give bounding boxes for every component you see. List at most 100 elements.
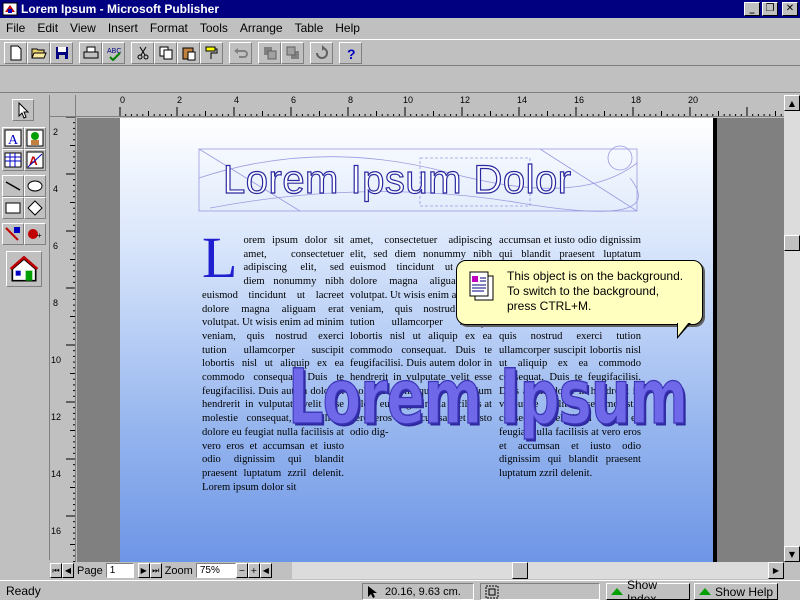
svg-text:+: + [37, 231, 42, 240]
vertical-scrollbar[interactable]: ▲ ▼ [784, 95, 800, 562]
first-page-button[interactable]: ⏮ [50, 563, 62, 578]
menu-table[interactable]: Table [289, 21, 330, 35]
horizontal-ruler-ticks [119, 107, 782, 116]
save-icon [55, 46, 68, 59]
menu-help[interactable]: Help [329, 21, 366, 35]
cut-icon [137, 46, 148, 59]
scroll-right-button[interactable]: ▶ [768, 562, 784, 579]
vertical-ruler[interactable]: 2 4 6 8 10 12 14 16 [50, 117, 76, 562]
scroll-up-button[interactable]: ▲ [784, 95, 800, 111]
wordart-frame-tool[interactable]: A [24, 149, 46, 171]
zoom-label: Zoom [164, 564, 193, 577]
line-tool[interactable] [2, 175, 24, 197]
rotate-button[interactable] [310, 41, 333, 64]
paste-button[interactable] [177, 41, 200, 64]
svg-text:A: A [8, 133, 19, 147]
object-size-icon [485, 585, 499, 598]
horizontal-scroll-thumb[interactable] [512, 562, 528, 579]
send-to-back-button[interactable] [281, 41, 304, 64]
ruler-v-label: 16 [51, 526, 62, 536]
new-button[interactable] [4, 41, 27, 64]
picture-frame-tool[interactable] [24, 127, 46, 149]
ruler-h-label: 8 [348, 95, 354, 105]
undo-button[interactable] [229, 41, 252, 64]
window-title: Lorem Ipsum - Microsoft Publisher [21, 2, 220, 16]
scroll-down-button[interactable]: ▼ [784, 546, 800, 562]
ruler-v-label: 8 [53, 298, 59, 308]
ruler-h-label: 0 [120, 95, 126, 105]
zoom-field[interactable]: 75% [195, 563, 236, 578]
cut-button[interactable] [131, 41, 154, 64]
text-frame-tool[interactable]: A [2, 127, 24, 149]
copy-button[interactable] [154, 41, 177, 64]
ole-object-tool[interactable] [2, 223, 24, 245]
pointer-tool[interactable] [12, 99, 34, 121]
show-help-button[interactable]: Show Help [694, 583, 778, 600]
ruler-corner[interactable] [50, 95, 76, 117]
menu-insert[interactable]: Insert [102, 21, 144, 35]
menu-edit[interactable]: Edit [31, 21, 64, 35]
menu-tools[interactable]: Tools [194, 21, 234, 35]
help-button[interactable]: ? [339, 41, 362, 64]
ruler-h-label: 12 [460, 95, 471, 105]
save-button[interactable] [50, 41, 73, 64]
title-bar: Lorem Ipsum - Microsoft Publisher _ ❐ ✕ [0, 0, 800, 18]
box-tool[interactable] [2, 197, 24, 219]
help-icon: ? [347, 46, 356, 61]
rotate-icon [315, 44, 328, 59]
print-button[interactable] [79, 41, 102, 64]
ruler-h-label: 14 [517, 95, 528, 105]
ruler-h-label: 20 [688, 95, 699, 105]
line-icon [5, 181, 21, 191]
tooltip-line: To switch to the background, [507, 284, 660, 298]
new-icon [10, 45, 21, 60]
paste-icon [182, 47, 195, 60]
page-number-field[interactable]: 1 [105, 563, 134, 578]
oval-tool[interactable] [24, 175, 46, 197]
drop-cap: L [202, 225, 238, 290]
show-index-arrow-icon [611, 588, 623, 595]
ruler-v-label: 6 [53, 241, 59, 251]
zoom-out-button[interactable]: − [235, 563, 248, 578]
custom-shape-tool[interactable] [24, 197, 46, 219]
undo-icon [233, 47, 248, 58]
page-wizard-tool[interactable] [6, 251, 42, 287]
ruler-h-label: 2 [177, 95, 183, 105]
text-frame-icon: A [4, 129, 22, 147]
menu-view[interactable]: View [64, 21, 102, 35]
design-gallery-icon: + [28, 229, 42, 240]
menu-arrange[interactable]: Arrange [234, 21, 289, 35]
close-button[interactable]: ✕ [782, 2, 798, 16]
last-page-button[interactable]: ⏭ [149, 563, 162, 578]
scroll-left-button[interactable]: ◀ [259, 563, 272, 578]
wordart-object[interactable]: Lorem Ipsum [287, 353, 688, 442]
bring-to-front-button[interactable] [258, 41, 281, 64]
show-index-button[interactable]: Show Index [606, 578, 690, 600]
restore-button[interactable]: ❐ [762, 2, 778, 16]
document-canvas[interactable]: Lorem Ipsum Dolor L orem ipsum dolor sit… [77, 118, 784, 562]
bring-to-front-icon [263, 46, 276, 59]
open-button[interactable] [27, 41, 50, 64]
show-help-label: Show Help [715, 584, 774, 599]
design-gallery-tool[interactable]: + [24, 223, 46, 245]
publisher-app-icon[interactable] [2, 2, 18, 16]
spelling-button[interactable]: ABC [102, 41, 125, 64]
background-tooltip: This object is on the background. To swi… [456, 260, 703, 339]
zoom-in-button[interactable]: + [247, 563, 260, 578]
table-frame-tool[interactable] [2, 149, 24, 171]
format-painter-button[interactable] [200, 41, 223, 64]
ruler-v-label: 12 [51, 412, 62, 422]
previous-page-button[interactable]: ◀ [62, 563, 74, 578]
tooltip-line: press CTRL+M. [507, 299, 592, 313]
horizontal-scrollbar[interactable]: ▶ [292, 562, 784, 579]
publication-page[interactable]: Lorem Ipsum Dolor L orem ipsum dolor sit… [120, 118, 717, 562]
menu-format[interactable]: Format [144, 21, 194, 35]
ole-object-icon [5, 227, 20, 241]
vertical-scroll-thumb[interactable] [784, 235, 800, 251]
headline-text[interactable]: Lorem Ipsum Dolor [222, 157, 571, 203]
menu-file[interactable]: File [0, 21, 31, 35]
custom-shape-icon [27, 200, 43, 216]
horizontal-ruler[interactable]: 0 2 4 6 8 10 12 14 16 18 20 [76, 95, 784, 117]
minimize-button[interactable]: _ [744, 2, 760, 16]
next-page-button[interactable]: ▶ [137, 563, 150, 578]
